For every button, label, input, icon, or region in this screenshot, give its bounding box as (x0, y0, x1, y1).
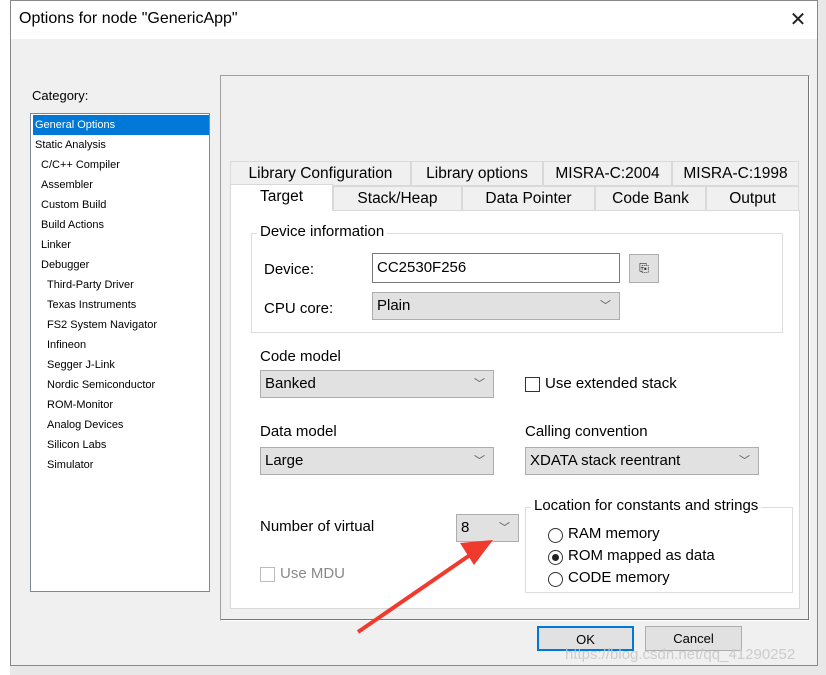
watermark: https://blog.csdn.net/qq_41290252 (565, 646, 796, 663)
arrow-head (460, 540, 493, 565)
arrow-shaft (356, 553, 472, 634)
annotation-arrow (356, 540, 493, 634)
